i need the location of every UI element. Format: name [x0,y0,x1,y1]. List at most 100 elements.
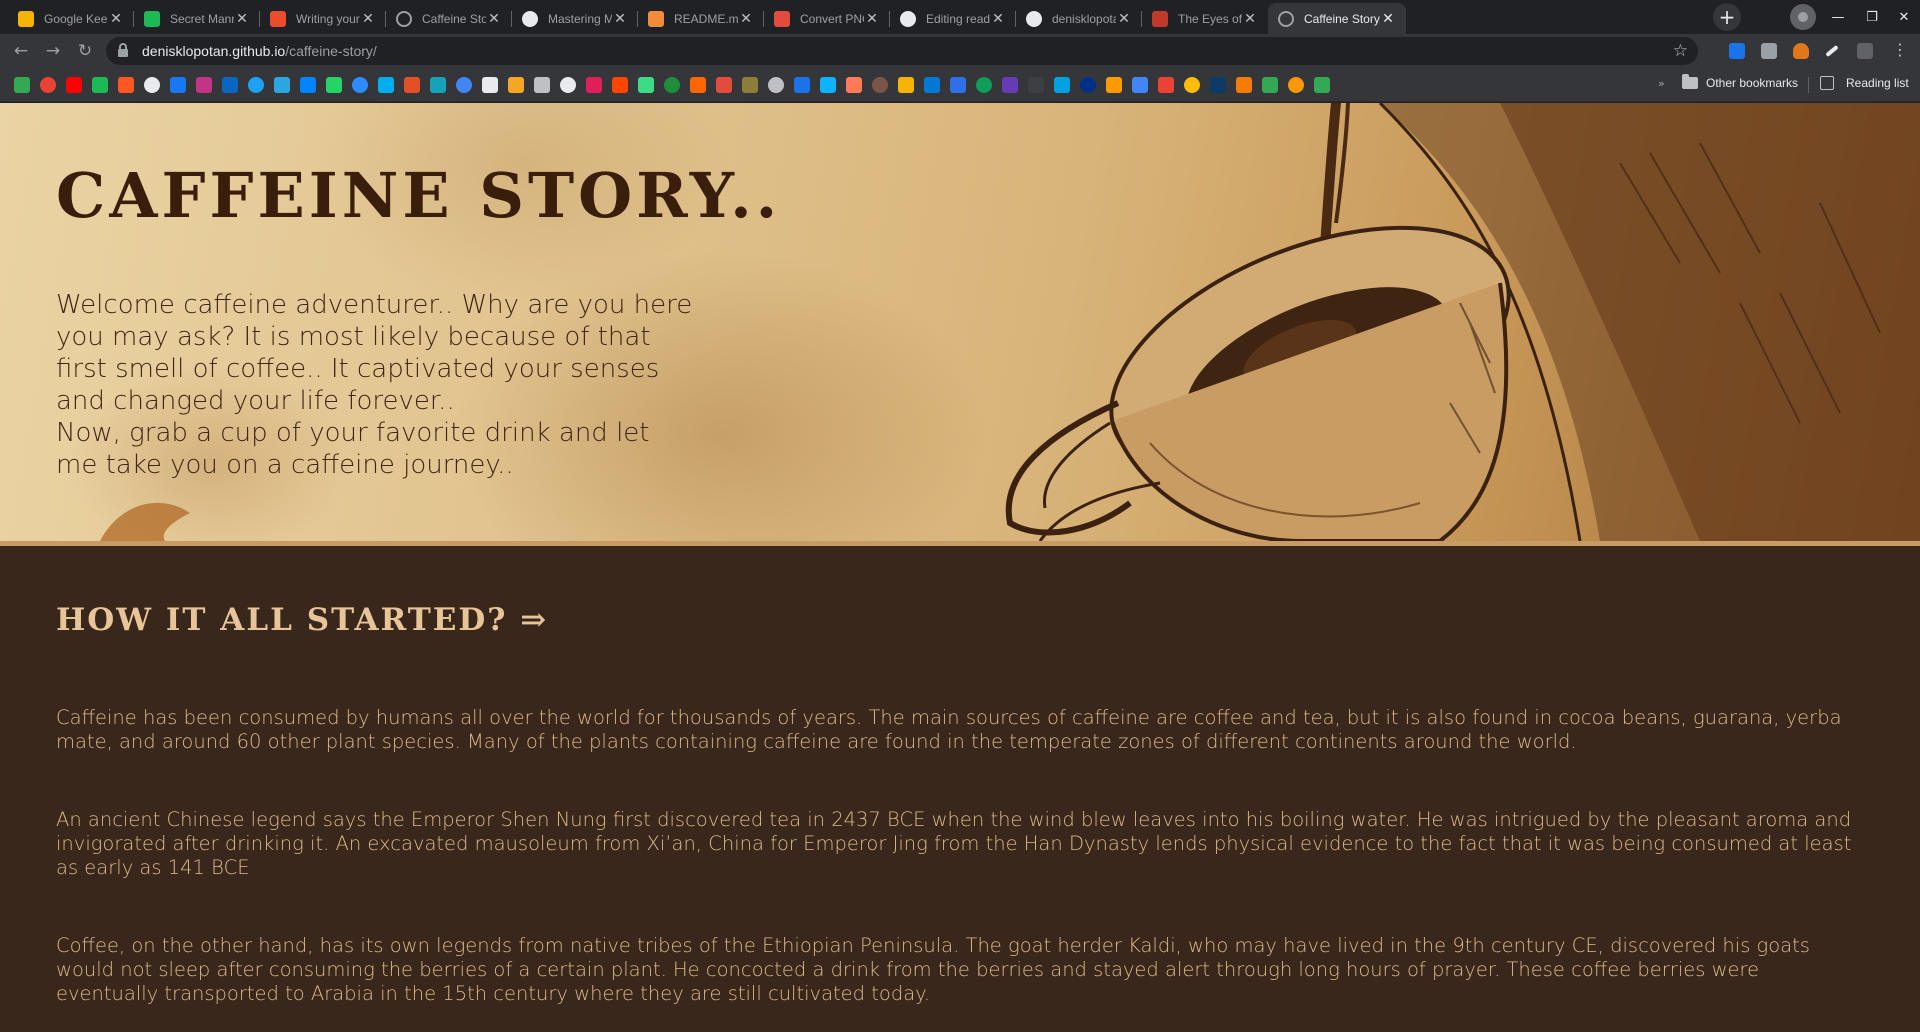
tab[interactable]: README.md - caffeine✕ [638,3,764,34]
bookmark-favicon-icon[interactable] [638,77,654,93]
bookmark-favicon-icon[interactable] [612,77,628,93]
tab-title: denisklopotan/caffeine [1052,11,1116,26]
bookmark-favicon-icon[interactable] [222,77,238,93]
bookmark-favicon-icon[interactable] [768,77,784,93]
reading-list-icon [1820,76,1834,90]
bookmark-favicon-icon[interactable] [1054,77,1070,93]
tab-close-icon[interactable]: ✕ [1116,10,1132,27]
back-icon[interactable]: ← [8,38,34,64]
bookmark-favicon-icon[interactable] [560,77,576,93]
bookmark-favicon-icon[interactable] [1158,77,1174,93]
bookmark-favicon-icon[interactable] [144,77,160,93]
bookmark-favicon-icon[interactable] [508,77,524,93]
bookmark-favicon-icon[interactable] [586,77,602,93]
bookmark-favicon-icon[interactable] [92,77,108,93]
tab[interactable]: Secret Mann ✕ [134,3,260,34]
reload-icon[interactable]: ↻ [72,38,98,64]
bookmark-favicon-icon[interactable] [1236,77,1252,93]
bookmark-favicon-icon[interactable] [378,77,394,93]
bookmark-favicon-icon[interactable] [1132,77,1148,93]
tab-close-icon[interactable]: ✕ [1380,10,1396,27]
bookmark-favicon-icon[interactable] [846,77,862,93]
bookmark-favicon-icon[interactable] [716,77,732,93]
tab-title: Mastering Markdown [548,11,612,26]
bookmark-favicon-icon[interactable] [118,77,134,93]
bookmark-favicon-icon[interactable] [872,77,888,93]
bookmark-favicon-icon[interactable] [1002,77,1018,93]
tab-close-icon[interactable]: ✕ [738,10,754,27]
bookmark-favicon-icon[interactable] [352,77,368,93]
tab-close-icon[interactable]: ✕ [612,10,628,27]
bookmark-favicon-icon[interactable] [456,77,472,93]
bookmark-favicon-icon[interactable] [300,77,316,93]
bookmark-favicon-icon[interactable] [1184,77,1200,93]
browser-menu-icon[interactable]: ⋮ [1890,40,1910,62]
bookmark-favicon-icon[interactable] [976,77,992,93]
bookmark-favicon-icon[interactable] [1028,77,1044,93]
convert-icon [774,10,790,27]
bookmark-favicon-icon[interactable] [1288,77,1304,93]
tab[interactable]: Editing readme✕ [890,3,1016,34]
tab-close-icon[interactable]: ✕ [864,10,880,27]
extension-metamask-icon[interactable] [1793,43,1809,59]
bookmark-favicon-icon[interactable] [482,77,498,93]
lock-icon[interactable] [118,43,128,57]
bookmark-favicon-icon[interactable] [690,77,706,93]
bookmark-favicon-icon[interactable] [1314,77,1330,93]
bookmark-favicon-icon[interactable] [1106,77,1122,93]
bookmark-favicon-icon[interactable] [794,77,810,93]
bookmark-favicon-icon[interactable] [430,77,446,93]
reading-list-button[interactable]: Reading list [1820,76,1909,90]
bookmark-favicon-icon[interactable] [534,77,550,93]
address-bar[interactable]: denisklopotan.github.io /caffeine-story/… [106,37,1698,65]
minimize-icon[interactable]: — [1823,4,1853,30]
tab[interactable]: The Eyes of the✕ [1142,3,1268,34]
bookmark-favicon-icon[interactable] [170,77,186,93]
bookmarks-overflow-icon[interactable]: » [1658,77,1665,90]
bookmark-favicon-icon[interactable] [326,77,342,93]
tab[interactable]: Caffeine Story..✕ [386,3,512,34]
close-window-icon[interactable]: ✕ [1889,4,1919,30]
bookmark-star-icon[interactable]: ☆ [1673,41,1688,61]
tab[interactable]: Convert PNG to✕ [764,3,890,34]
bookmark-favicon-icon[interactable] [1080,77,1096,93]
bookmark-favicon-icon[interactable] [40,77,56,93]
tab-close-icon[interactable]: ✕ [360,10,376,27]
new-tab-button[interactable]: + [1713,3,1741,31]
bookmark-favicon-icon[interactable] [274,77,290,93]
tab[interactable]: denisklopotan/caffeine✕ [1016,3,1142,34]
bookmark-favicon-icon[interactable] [820,77,836,93]
bookmark-favicon-icon[interactable] [742,77,758,93]
extension-pen-icon[interactable] [1825,44,1839,58]
bookmark-favicon-icon[interactable] [1262,77,1278,93]
tab-close-icon[interactable]: ✕ [234,10,250,27]
bookmark-favicon-icon[interactable] [66,77,82,93]
tab[interactable]: Mastering Markdown✕ [512,3,638,34]
bookmark-favicon-icon[interactable] [950,77,966,93]
bookmark-favicon-icon[interactable] [404,77,420,93]
forward-icon[interactable]: → [40,38,66,64]
tab[interactable]: Writing your README✕ [260,3,386,34]
bookmark-favicon-icon[interactable] [196,77,212,93]
spotify-icon [144,10,160,27]
page-title: CAFFEINE STORY.. [56,159,782,232]
bookmark-favicon-icon[interactable] [1210,77,1226,93]
restore-icon[interactable]: ❐ [1857,4,1887,30]
bookmark-favicon-icon[interactable] [924,77,940,93]
tab[interactable]: Google Keep ✕ [8,3,134,34]
tab-title: Caffeine Story.. [1304,11,1380,26]
bookmark-favicon-icon[interactable] [14,77,30,93]
extensions-puzzle-icon[interactable] [1857,43,1873,59]
tab-active[interactable]: Caffeine Story.. ✕ [1268,3,1406,34]
extension-calendar-icon[interactable] [1729,43,1745,59]
tab-close-icon[interactable]: ✕ [990,10,1006,27]
tab-close-icon[interactable]: ✕ [108,10,124,27]
profile-icon[interactable] [1790,4,1816,30]
tab-close-icon[interactable]: ✕ [1242,10,1258,27]
bookmark-favicon-icon[interactable] [898,77,914,93]
tab-close-icon[interactable]: ✕ [486,10,502,27]
bookmark-favicon-icon[interactable] [664,77,680,93]
other-bookmarks-folder[interactable]: Other bookmarks [1682,74,1798,90]
extension-screenshot-icon[interactable] [1761,43,1777,59]
bookmark-favicon-icon[interactable] [248,77,264,93]
